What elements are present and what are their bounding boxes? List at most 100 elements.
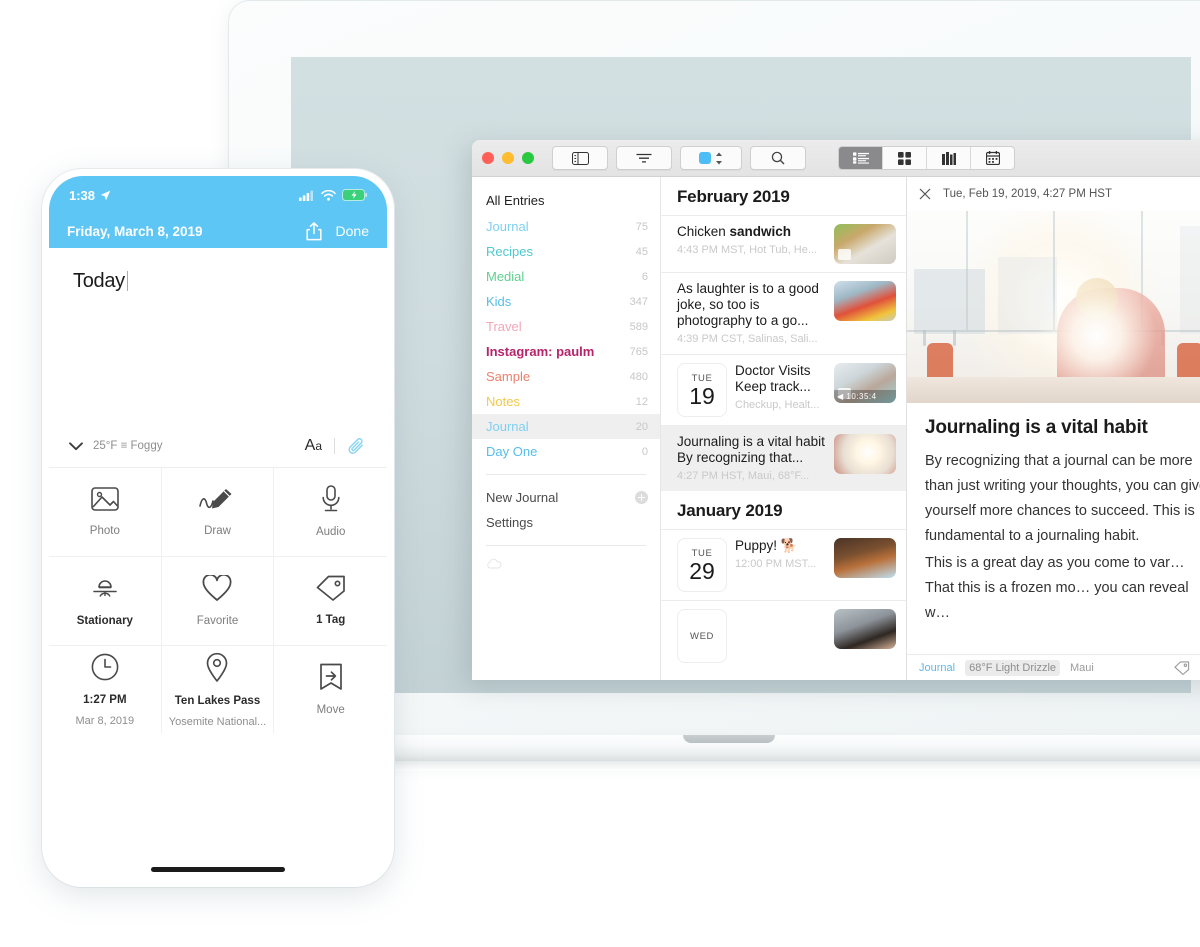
sidebar-item-journal[interactable]: Sample 480 bbox=[472, 364, 660, 389]
attachment-action-audio[interactable]: Audio bbox=[274, 468, 387, 557]
maximize-window-button[interactable] bbox=[522, 152, 534, 164]
journal-entry-count: 480 bbox=[629, 370, 648, 383]
journal-label: Instagram: paulm bbox=[486, 344, 595, 359]
entry-timestamp: Tue, Feb 19, 2019, 4:27 PM HST bbox=[943, 188, 1112, 200]
entry-day-of-week: TUE bbox=[691, 547, 713, 559]
sidebar-item-journal[interactable]: Journal 20 bbox=[472, 414, 660, 439]
attachment-action-1-27-pm[interactable]: 1:27 PM Mar 8, 2019 bbox=[49, 646, 162, 734]
sidebar-item-settings[interactable]: Settings bbox=[472, 510, 660, 535]
journal-label: Journal bbox=[486, 219, 529, 234]
entry-text-body[interactable]: Journaling is a vital habit By recognizi… bbox=[907, 403, 1200, 626]
sidebar-item-journal[interactable]: Instagram: paulm 765 bbox=[472, 339, 660, 364]
mac-app-window: All Entries Journal 75 Recipes 45 Medial 6 Kid… bbox=[472, 140, 1200, 680]
sidebar-item-journal[interactable]: Journal 75 bbox=[472, 214, 660, 239]
clock-icon bbox=[91, 653, 119, 686]
journal-entry-count: 765 bbox=[629, 345, 648, 358]
sidebar-item-journal[interactable]: Day One 0 bbox=[472, 439, 660, 464]
entry-list-item[interactable]: Chicken sandwich 4:43 PM MST, Hot Tub, He… bbox=[661, 215, 906, 272]
entries-month-header: January 2019 bbox=[661, 491, 906, 529]
calendar-view-button[interactable] bbox=[971, 147, 1014, 169]
journal-entry-count: 6 bbox=[641, 270, 648, 283]
hero-railing-post-2 bbox=[952, 330, 956, 347]
done-button[interactable]: Done bbox=[336, 223, 369, 239]
sidebar-item-journal[interactable]: Notes 12 bbox=[472, 389, 660, 414]
entry-thumbnail bbox=[834, 281, 896, 321]
entry-item-title: Chicken sandwich bbox=[677, 224, 792, 239]
add-journal-icon[interactable] bbox=[635, 491, 648, 504]
journal-label: Journal bbox=[486, 419, 529, 434]
metadata-journal[interactable]: Journal bbox=[919, 662, 955, 674]
hero-building-right bbox=[1180, 226, 1200, 334]
entry-item-title: Doctor Visits bbox=[735, 363, 811, 378]
iphone-mockup: 1:38 Friday, March 8, 2019 Done Today 25… bbox=[42, 169, 394, 887]
attachment-action-favorite[interactable]: Favorite bbox=[161, 557, 275, 646]
entry-meta-row: 25°F ≡ Foggy Aa bbox=[49, 425, 387, 468]
entry-thumbnail bbox=[834, 434, 896, 474]
column-view-button[interactable] bbox=[927, 147, 971, 169]
metadata-weather[interactable]: 68°F Light Drizzle bbox=[965, 660, 1061, 676]
entry-item-meta: Checkup, Healt... bbox=[735, 399, 820, 411]
tag-icon[interactable] bbox=[1174, 661, 1190, 675]
attachment-action-photo[interactable]: Photo bbox=[49, 468, 162, 557]
wifi-icon bbox=[321, 189, 336, 201]
paperclip-icon[interactable] bbox=[347, 436, 367, 456]
attachment-action-sublabel: Mar 8, 2019 bbox=[75, 714, 135, 727]
window-controls[interactable] bbox=[482, 152, 534, 164]
iphone-screen: 1:38 Friday, March 8, 2019 Done Today 25… bbox=[49, 176, 387, 880]
grid-view-button[interactable] bbox=[883, 147, 927, 169]
share-icon[interactable] bbox=[305, 221, 322, 241]
metadata-location[interactable]: Maui bbox=[1070, 662, 1094, 674]
meta-divider bbox=[334, 438, 335, 454]
column-view-icon bbox=[941, 151, 956, 165]
stepper-icon bbox=[716, 152, 722, 164]
color-filter-dropdown[interactable] bbox=[680, 146, 742, 170]
microphone-icon bbox=[320, 485, 342, 518]
sidebar-item-journal[interactable]: Medial 6 bbox=[472, 264, 660, 289]
close-window-button[interactable] bbox=[482, 152, 494, 164]
chevron-down-icon[interactable] bbox=[69, 441, 83, 451]
attachment-actions-grid[interactable]: Photo Draw Audio Stationary Favorite 1 Tag 1:2… bbox=[49, 468, 387, 734]
font-size-button[interactable]: Aa bbox=[305, 437, 322, 455]
attachment-action-draw[interactable]: Draw bbox=[161, 468, 275, 557]
entry-text-block: Doctor Visits Keep track... Checkup, Healt… bbox=[735, 363, 826, 417]
entries-list[interactable]: February 2019 Chicken sandwich 4:43 PM MST… bbox=[661, 177, 907, 680]
list-view-icon bbox=[852, 152, 869, 164]
entry-list-item[interactable]: As laughter is to a good joke, so too is… bbox=[661, 272, 906, 354]
entries-month-header: February 2019 bbox=[661, 177, 906, 215]
entry-list-item[interactable]: TUE 19 Doctor Visits Keep track... Checkup, … bbox=[661, 354, 906, 425]
entry-list-item[interactable]: Journaling is a vital habit By recognizin… bbox=[661, 425, 906, 491]
journal-label: Recipes bbox=[486, 244, 533, 259]
scene: All Entries Journal 75 Recipes 45 Medial 6 Kid… bbox=[0, 0, 1200, 947]
entry-list-item[interactable]: WED bbox=[661, 600, 906, 671]
entry-list-item[interactable]: TUE 29 Puppy! 🐕 12:00 PM MST... bbox=[661, 529, 906, 600]
sidebar-item-journal[interactable]: Recipes 45 bbox=[472, 239, 660, 264]
attachment-action-move[interactable]: Move bbox=[274, 646, 387, 734]
sidebar-item-new-journal[interactable]: New Journal bbox=[472, 485, 660, 510]
grid-view-icon bbox=[898, 151, 911, 165]
sidebar-item-journal[interactable]: Travel 589 bbox=[472, 314, 660, 339]
battery-charging-icon bbox=[342, 189, 367, 201]
attachment-action-ten-lakes-pass[interactable]: Ten Lakes Pass Yosemite National... bbox=[162, 646, 275, 734]
sidebar-item-all-entries[interactable]: All Entries bbox=[472, 189, 660, 214]
entry-date-chip: TUE 19 bbox=[677, 363, 727, 417]
entry-item-title: Journaling is a vital habit bbox=[677, 434, 825, 449]
sidebar-item-journal[interactable]: Kids 347 bbox=[472, 289, 660, 314]
journal-label: Kids bbox=[486, 294, 512, 309]
entry-metadata-bar: Journal 68°F Light Drizzle Maui bbox=[907, 654, 1200, 680]
close-icon[interactable] bbox=[919, 188, 931, 200]
sidebar-toggle-button[interactable] bbox=[552, 146, 608, 170]
minimize-window-button[interactable] bbox=[502, 152, 514, 164]
journal-entry-count: 45 bbox=[635, 245, 648, 258]
entry-editor[interactable]: Today bbox=[49, 248, 387, 425]
weather-summary[interactable]: 25°F ≡ Foggy bbox=[93, 440, 162, 452]
attachment-action-1-tag[interactable]: 1 Tag bbox=[274, 557, 387, 646]
journal-entry-count: 347 bbox=[629, 295, 648, 308]
journal-label: Travel bbox=[486, 319, 522, 334]
attachment-action-stationary[interactable]: Stationary bbox=[49, 557, 162, 646]
journal-label: Notes bbox=[486, 394, 520, 409]
view-mode-segmented-control[interactable] bbox=[838, 146, 1015, 170]
list-view-button[interactable] bbox=[839, 147, 883, 169]
search-button[interactable] bbox=[750, 146, 806, 170]
entry-thumbnail bbox=[834, 224, 896, 264]
filter-button[interactable] bbox=[616, 146, 672, 170]
